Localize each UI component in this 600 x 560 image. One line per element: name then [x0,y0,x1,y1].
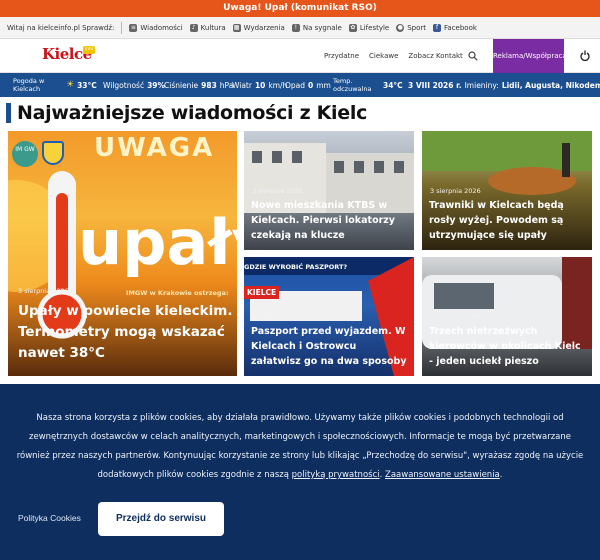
cookie-banner: Nasza strona korzysta z plików cookies, … [0,384,600,560]
topbar-link-sport[interactable]: ● Sport [396,23,426,32]
topbar-link-lifestyle[interactable]: ✿ Lifestyle [348,23,389,32]
go-to-site-button[interactable]: Przejdź do serwisu [98,502,224,536]
image-text-imgw: IMGW w Krakowie ostrzega: [126,289,229,297]
logo-badge: info [83,46,95,54]
article-title[interactable]: Trzech nietrzeźwych kierowców w okolicac… [429,324,587,369]
nav-item-interesting[interactable]: Ciekawe [369,52,398,60]
section-title: Najważniejsze wiadomości z Kielc [17,102,368,124]
nav-item-see[interactable]: Zobacz [408,52,433,60]
article-date: 3 sierpnia 2026 [430,313,481,321]
nav-item-contact[interactable]: Kontakt [436,52,463,60]
weather-humidity: Wilgotność 39% [103,80,166,90]
facebook-icon: f [433,23,442,32]
weather-feel-label: Temp. odczuwalna [333,77,372,93]
article-date: 3 sierpnia 2026 [430,187,481,195]
article-card[interactable]: 3 sierpnia 2026 Nowe mieszkania KTBS w K… [244,131,414,250]
topbar-link-news[interactable]: ≡ Wiadomości [129,23,183,32]
divider [121,21,123,34]
image-text-upaly: upały [78,206,237,279]
article-title[interactable]: Upały w powiecie kieleckim. Termometry m… [18,301,233,364]
weather-rain: Opad 0 mm [285,80,331,90]
privacy-policy-link[interactable]: polityką prywatności [292,470,380,480]
article-title[interactable]: Paszport przed wyjazdem. W Kielcach i Os… [251,324,409,369]
article-card-main[interactable]: UWAGA IM GW upały IMGW w Krakowie ostrze… [8,131,237,376]
article-card[interactable]: 3 sierpnia 2026 Trawniki w Kielcach będą… [422,131,592,250]
section-accent [6,103,11,123]
welcome-text: Witaj na kielceinfo.pl Sprawdź: [7,23,115,32]
events-icon: ▦ [232,23,241,32]
lifestyle-icon: ✿ [348,23,357,32]
weather-label: Pogoda w Kielcach [13,77,45,93]
section-heading: Najważniejsze wiadomości z Kielc [6,101,367,125]
weather-wind: Wiatr 10 km/h [232,80,288,90]
contact-nav: Kontakt [436,39,463,73]
ball-icon: ● [396,23,405,32]
weather-pressure: Ciśnienie 983 hPa [164,80,234,90]
coat-of-arms-icon [42,141,64,165]
article-title[interactable]: Trawniki w Kielcach będą rosły wyżej. Po… [429,198,587,243]
article-card[interactable]: GDZIE WYROBIĆ PASZPORT? KIELCE 3 sierpni… [244,257,414,376]
article-card[interactable]: 3 sierpnia 2026 Trzech nietrzeźwych kier… [422,257,592,376]
cookie-text: Nasza strona korzysta z plików cookies, … [16,413,584,480]
weather-feel-temp: 34°C [383,80,403,90]
article-date: 3 sierpnia 2026 [18,287,69,295]
topbar-link-facebook[interactable]: f Facebook [433,23,477,32]
advanced-settings-link[interactable]: Zaawansowane ustawienia [385,470,500,480]
sun-icon: ☀ [66,80,75,90]
weather-temp: ☀ 33°C [66,80,97,90]
promo-button[interactable]: Reklama/Współpraca [493,39,567,73]
top-bar: Witaj na kielceinfo.pl Sprawdź: ≡ Wiadomo… [0,17,600,39]
article-date: 3 sierpnia 2026 [252,187,303,195]
weather-bar: Pogoda w Kielcach ☀ 33°C Wilgotność 39% Ciś… [0,73,600,97]
main-nav: Przydatne Ciekawe Zobacz [324,39,434,73]
article-title[interactable]: Nowe mieszkania KTBS w Kielcach. Pierwsi… [251,198,409,243]
siren-icon: ! [291,23,300,32]
imgw-logo: IM GW [12,141,38,167]
image-text-passport: GDZIE WYROBIĆ PASZPORT? [244,263,348,271]
topbar-link-culture[interactable]: ♪ Kultura [189,23,226,32]
topbar-link-events[interactable]: ▦ Wydarzenia [232,23,285,32]
article-date: 3 sierpnia 2026 [252,313,303,321]
cookie-policy-button[interactable]: Polityka Cookies [18,513,81,523]
search-icon[interactable] [468,51,478,61]
site-header: Kielce info Przydatne Ciekawe Zobacz Kon… [0,39,600,73]
nav-item-useful[interactable]: Przydatne [324,52,359,60]
culture-icon: ♪ [189,23,198,32]
news-icon: ≡ [129,23,138,32]
image-text-kielce: KIELCE [244,286,280,299]
topbar-link-alarm[interactable]: ! Na sygnale [291,23,342,32]
alert-banner[interactable]: Uwaga! Upał (komunikat RSO) [0,0,600,17]
power-icon[interactable] [580,50,590,61]
date-names: 3 VIII 2026 r. Imieniny: Lidii, Augusta, N… [408,80,600,90]
